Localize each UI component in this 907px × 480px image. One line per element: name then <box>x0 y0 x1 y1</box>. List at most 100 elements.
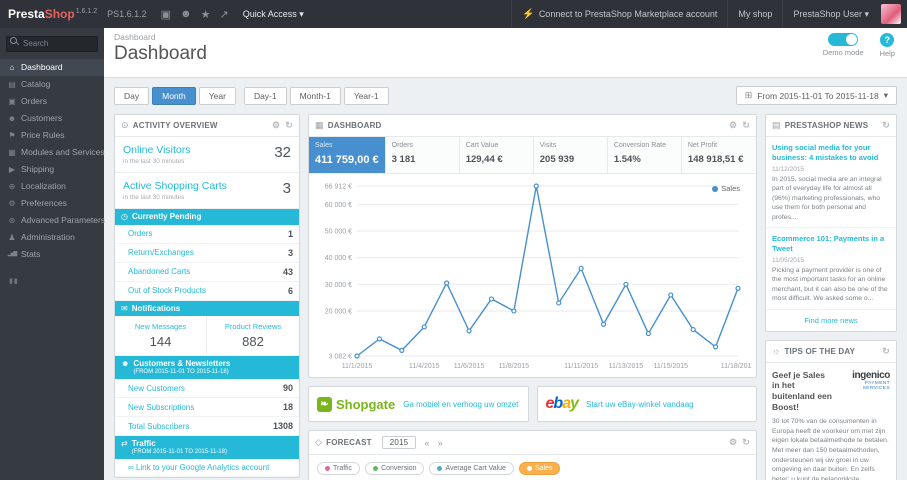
demo-mode-toggle[interactable] <box>828 33 859 46</box>
marketplace-link[interactable]: ⚡ Connect to PrestaShop Marketplace acco… <box>511 0 727 28</box>
refresh-icon[interactable]: ↻ <box>285 120 293 131</box>
date-range-picker[interactable]: ⊞ From 2015-11-01 To 2015-11-18 ▾ <box>735 86 897 105</box>
marketplace-label: Connect to PrestaShop Marketplace accoun… <box>538 9 718 19</box>
forecast-chip-traffic[interactable]: Traffic <box>317 462 361 475</box>
kpi-cart-value[interactable]: Cart Value 129,44 € <box>459 137 534 173</box>
person-icon[interactable]: ☻ <box>180 8 192 21</box>
ingenico-brand: ingenico <box>852 369 890 381</box>
sidebar-search-input[interactable] <box>6 35 98 52</box>
sidebar-item-stats[interactable]: ▂▅▇ Stats <box>0 246 104 263</box>
user-menu[interactable]: PrestaShop User ▾ <box>782 0 879 28</box>
traffic-title: Traffic <box>131 439 156 449</box>
clock-icon: ◷ <box>121 212 128 222</box>
forecast-year-select[interactable]: 2015 <box>381 436 417 449</box>
gear-icon[interactable]: ⚙ <box>729 120 737 131</box>
kpi-orders[interactable]: Orders 3 181 <box>385 137 460 173</box>
new-subscriptions-value: 18 <box>282 402 293 413</box>
star-icon[interactable]: ★ <box>201 8 211 21</box>
period-day-1-button[interactable]: Day-1 <box>243 86 287 105</box>
period-day-button[interactable]: Day <box>114 86 150 105</box>
news-article: Ecommerce 101: Payments in a Tweet 11/05… <box>766 228 896 310</box>
avatar[interactable] <box>881 4 901 24</box>
period-month-1-button[interactable]: Month-1 <box>289 86 341 105</box>
pending-returns-link[interactable]: Return/Exchanges <box>128 248 194 257</box>
kpi-visits[interactable]: Visits 205 939 <box>533 137 608 173</box>
shopgate-link[interactable]: Ga mobiel en verhoog uw omzet <box>403 400 518 409</box>
svg-text:3 082 €: 3 082 € <box>329 354 352 361</box>
ebay-link[interactable]: Start uw eBay-winkel vandaag <box>586 400 694 409</box>
pending-row-out-of-stock: Out of Stock Products 6 <box>115 282 299 301</box>
currently-pending-title: Currently Pending <box>131 212 202 222</box>
tips-of-the-day-panel: ☼ TIPS OF THE DAY ↻ Geef je Sales in het… <box>765 339 897 480</box>
new-customers-row: New Customers 90 <box>115 379 299 399</box>
period-year-1-button[interactable]: Year-1 <box>343 86 389 105</box>
kpi-conversion-rate[interactable]: Conversion Rate 1.54% <box>607 137 682 173</box>
new-messages-cell[interactable]: New Messages 144 <box>115 316 207 356</box>
svg-text:11/15/2015: 11/15/2015 <box>654 363 689 370</box>
forecast-chip-conversion[interactable]: Conversion <box>365 462 425 475</box>
pending-orders-value: 1 <box>287 228 293 239</box>
sidebar-item-dashboard[interactable]: ⌂ Dashboard <box>0 58 104 76</box>
sidebar-item-shipping[interactable]: ▶ Shipping <box>0 161 104 178</box>
sidebar-collapse-button[interactable]: ▮▮ <box>9 277 95 285</box>
activity-panel-title: ACTIVITY OVERVIEW <box>132 121 218 130</box>
sidebar-item-catalog[interactable]: ▤ Catalog <box>0 76 104 93</box>
breadcrumb[interactable]: Dashboard <box>114 32 897 42</box>
notifications-title: Notifications <box>131 303 181 313</box>
sidebar-item-customers[interactable]: ☻ Customers <box>0 110 104 127</box>
sidebar-item-localization[interactable]: ⊕ Localization <box>0 178 104 195</box>
sidebar-item-administration[interactable]: ♟ Administration <box>0 229 104 246</box>
refresh-icon[interactable]: ↻ <box>742 437 750 448</box>
customers-newsletters-header: ☻ Customers & Newsletters (FROM 2015-11-… <box>115 356 299 380</box>
search-icon <box>10 37 19 46</box>
total-subscribers-link[interactable]: Total Subscribers <box>128 422 189 431</box>
forecast-prev-icon[interactable]: « <box>424 438 429 448</box>
new-subscriptions-link[interactable]: New Subscriptions <box>128 403 194 412</box>
active-carts-link[interactable]: Active Shopping Carts <box>123 180 227 192</box>
refresh-icon[interactable]: ↻ <box>882 120 890 131</box>
chip-label: Conversion <box>381 465 417 472</box>
period-year-button[interactable]: Year <box>198 86 236 105</box>
sidebar-item-advanced-parameters[interactable]: ⊛ Advanced Parameters <box>0 212 105 229</box>
google-analytics-link[interactable]: ∞ Link to your Google Analytics account <box>128 463 269 472</box>
forecast-chip-sales[interactable]: Sales <box>518 462 561 475</box>
refresh-icon[interactable]: ↻ <box>882 346 890 357</box>
plug-icon: ⚡ <box>522 8 535 20</box>
forecast-next-icon[interactable]: » <box>438 438 443 448</box>
sidebar-item-orders[interactable]: ▣ Orders <box>0 93 104 110</box>
shopgate-banner: ❧ Shopgate Ga mobiel en verhoog uw omzet <box>308 386 529 422</box>
refresh-icon[interactable]: ↻ <box>742 120 750 131</box>
news-article-title-link[interactable]: Ecommerce 101: Payments in a Tweet <box>772 234 890 254</box>
out-of-stock-link[interactable]: Out of Stock Products <box>128 286 206 295</box>
topbar: PrestaShop1.6.1.2 PS1.6.1.2 ▣ ☻ ★ ↗ Quic… <box>0 0 907 28</box>
abandoned-carts-link[interactable]: Abandoned Carts <box>128 267 190 276</box>
kpi-net-profit[interactable]: Net Profit 148 918,51 € <box>681 137 756 173</box>
cart-icon[interactable]: ▣ <box>161 8 171 21</box>
forecast-chip-average-cart-value[interactable]: Average Cart Value <box>429 462 514 475</box>
news-article-title-link[interactable]: Using social media for your business: 4 … <box>772 143 890 163</box>
product-reviews-cell[interactable]: Product Reviews 882 <box>207 316 299 355</box>
gear-icon[interactable]: ⚙ <box>272 120 280 131</box>
tips-body: 30 tot 70% van de consumenten in Europa … <box>772 418 889 480</box>
product-reviews-value: 882 <box>242 334 264 350</box>
prestashop-logo[interactable]: PrestaShop1.6.1.2 <box>8 7 97 21</box>
online-visitors-value: 32 <box>274 144 291 161</box>
sidebar-item-modules[interactable]: ▦ Modules and Services <box>0 144 104 161</box>
gear-icon[interactable]: ⚙ <box>729 437 737 448</box>
online-visitors-link[interactable]: Online Visitors <box>123 144 191 156</box>
chevron-down-icon: ▾ <box>883 90 888 100</box>
pending-orders-link[interactable]: Orders <box>128 229 152 238</box>
sidebar-item-price-rules[interactable]: ⚑ Price Rules <box>0 127 104 144</box>
find-more-news-link[interactable]: Find more news <box>766 310 896 331</box>
kpi-sales[interactable]: Sales 411 759,00 € <box>309 137 386 173</box>
help-icon[interactable]: ? <box>880 33 895 47</box>
my-shop-link[interactable]: My shop <box>727 0 782 28</box>
chart-legend[interactable]: Sales <box>712 184 740 193</box>
stats-arrow-icon[interactable]: ↗ <box>220 8 229 21</box>
new-customers-link[interactable]: New Customers <box>128 384 185 393</box>
period-month-button[interactable]: Month <box>152 86 196 105</box>
sidebar-item-preferences[interactable]: ⚙ Preferences <box>0 195 104 212</box>
kpi-label: Visits <box>539 142 557 149</box>
forecast-icon: ◇ <box>315 437 323 447</box>
quick-access-dropdown[interactable]: Quick Access ▾ <box>243 9 304 20</box>
